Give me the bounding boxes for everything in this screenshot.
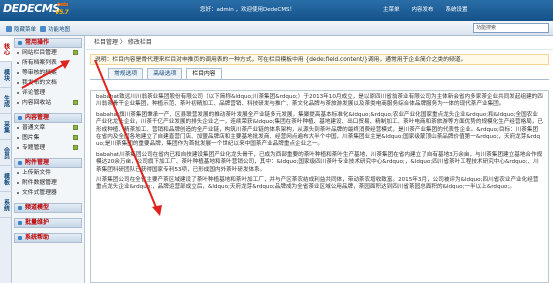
function-map-label: 功能地图 bbox=[48, 27, 71, 33]
tab-advanced[interactable]: 高级选项 bbox=[147, 68, 183, 79]
add-icon[interactable] bbox=[73, 145, 78, 150]
menu-item-all-archives[interactable]: 所有档案列表 bbox=[14, 58, 82, 68]
top-bar: DEDECMS beta V5.7 您好：admin ，欢迎使用DedeCMS！… bbox=[0, 0, 553, 21]
sidetab-modules[interactable]: 模块 bbox=[0, 62, 12, 88]
menu-section-batch-maintain[interactable]: 批量维护 bbox=[14, 218, 82, 228]
menu-section-content[interactable]: 内容管理 bbox=[14, 113, 82, 123]
user-greeting: 您好：admin ，欢迎使用DedeCMS！ bbox=[200, 7, 296, 13]
tab-column-content[interactable]: 栏目内容 bbox=[186, 68, 222, 79]
menu-item-column-manage[interactable]: 网站栏目管理 bbox=[14, 48, 82, 58]
sub-toolbar: 隐藏菜单 功能地图 bbox=[0, 21, 553, 36]
function-map-button[interactable]: 功能地图 bbox=[40, 25, 70, 33]
dedecms-logo: DEDECMS beta V5.7 bbox=[3, 2, 69, 16]
nav-system-settings[interactable]: 系统设置 bbox=[446, 5, 468, 13]
side-tabs: 核心 模块 生成 采集 会员 模板 系统 bbox=[0, 36, 12, 283]
logo-version: V5.7 bbox=[55, 9, 69, 16]
sidetab-template[interactable]: 模板 bbox=[0, 166, 12, 192]
menu-section-channel-models[interactable]: 频道模型 bbox=[14, 203, 82, 213]
sidetab-member[interactable]: 会员 bbox=[0, 140, 12, 166]
menu-section-common[interactable]: 常用操作 bbox=[14, 38, 82, 48]
nav-main-menu[interactable]: 主菜单 bbox=[383, 5, 400, 13]
hide-menu-button[interactable]: 隐藏菜单 bbox=[6, 25, 36, 33]
menu-item-pending-archives[interactable]: 等审核的档案 bbox=[14, 68, 82, 78]
editor-paragraph: babahat川茶集团公司在省内已和自技建设集团产业化龙头骨干，已成为西部重要的… bbox=[96, 151, 543, 173]
map-icon bbox=[40, 26, 46, 32]
editor-paragraph: babahat旗川茶集团秉承一产、区县联营发展的推动茶叶发展全产业链多元发展，集… bbox=[96, 111, 543, 148]
menu-item-attachment-data[interactable]: 附件数据管理 bbox=[14, 178, 82, 188]
content-editor[interactable]: babahat致远川川翁茶业集团股份有限公司（以下简称&ldquo;川茶集团&r… bbox=[90, 90, 549, 283]
sidetab-collect[interactable]: 采集 bbox=[0, 114, 12, 140]
breadcrumb: 栏目管理 〉 修改栏目 bbox=[86, 36, 553, 50]
hide-menu-label: 隐藏菜单 bbox=[14, 27, 37, 33]
nav-content-publish[interactable]: 内容发布 bbox=[412, 5, 434, 13]
main-content: 栏目管理 〉 修改栏目 说明：栏目内容是骨代理来栏目对申推页的调用表的一种方式，… bbox=[86, 36, 553, 283]
add-icon[interactable] bbox=[73, 135, 78, 140]
info-tip: 说明：栏目内容是骨代理来栏目对申推页的调用表的一种方式，可在栏目模板中用 {de… bbox=[90, 54, 549, 65]
menu-section-attachments[interactable]: 附件管理 bbox=[14, 158, 82, 168]
sidetab-core[interactable]: 核心 bbox=[0, 36, 12, 62]
tab-general[interactable]: 常规选项 bbox=[108, 68, 144, 79]
tab-bar: 常规选项 高级选项 栏目内容 bbox=[90, 68, 549, 80]
menu-item-comments[interactable]: 评论管理 bbox=[14, 88, 82, 98]
menu-item-articles[interactable]: 普通文章 bbox=[14, 123, 82, 133]
menu-item-file-manager[interactable]: 文件式管理器 bbox=[14, 188, 82, 198]
menu-section-help[interactable]: 系统帮助 bbox=[14, 233, 82, 243]
add-icon[interactable] bbox=[73, 125, 78, 130]
logo-text: DEDECMS bbox=[3, 2, 60, 15]
sidetab-system[interactable]: 系统 bbox=[0, 192, 12, 218]
editor-paragraph: babahat致远川川翁茶业集团股份有限公司（以下简称&ldquo;川茶集团&r… bbox=[96, 94, 543, 108]
add-icon[interactable] bbox=[73, 50, 78, 55]
hide-menu-icon bbox=[6, 26, 12, 32]
add-icon[interactable] bbox=[73, 100, 78, 105]
menu-item-upload-file[interactable]: 上传新文件 bbox=[14, 168, 82, 178]
top-nav: 主菜单 内容发布 系统设置 bbox=[383, 5, 468, 13]
logo-beta: beta bbox=[57, 2, 68, 8]
menu-item-image-sets[interactable]: 图片集 bbox=[14, 133, 82, 143]
menu-item-recycle-bin[interactable]: 内容回收站 bbox=[14, 98, 82, 108]
sidetab-generate[interactable]: 生成 bbox=[0, 88, 12, 114]
editor-paragraph: 川茶集团公司在全省主要产茶区域建设了茶叶种植基地和茶叶加工厂，并与产区茶农结成利… bbox=[96, 177, 539, 191]
function-search-input[interactable]: 功能搜索 bbox=[473, 23, 549, 33]
left-menu: 常用操作 网站栏目管理 所有档案列表 等审核的档案 我发布的文档 评论管理 内容… bbox=[12, 36, 85, 283]
menu-item-topics[interactable]: 专题管理 bbox=[14, 143, 82, 153]
menu-item-my-documents[interactable]: 我发布的文档 bbox=[14, 78, 82, 88]
